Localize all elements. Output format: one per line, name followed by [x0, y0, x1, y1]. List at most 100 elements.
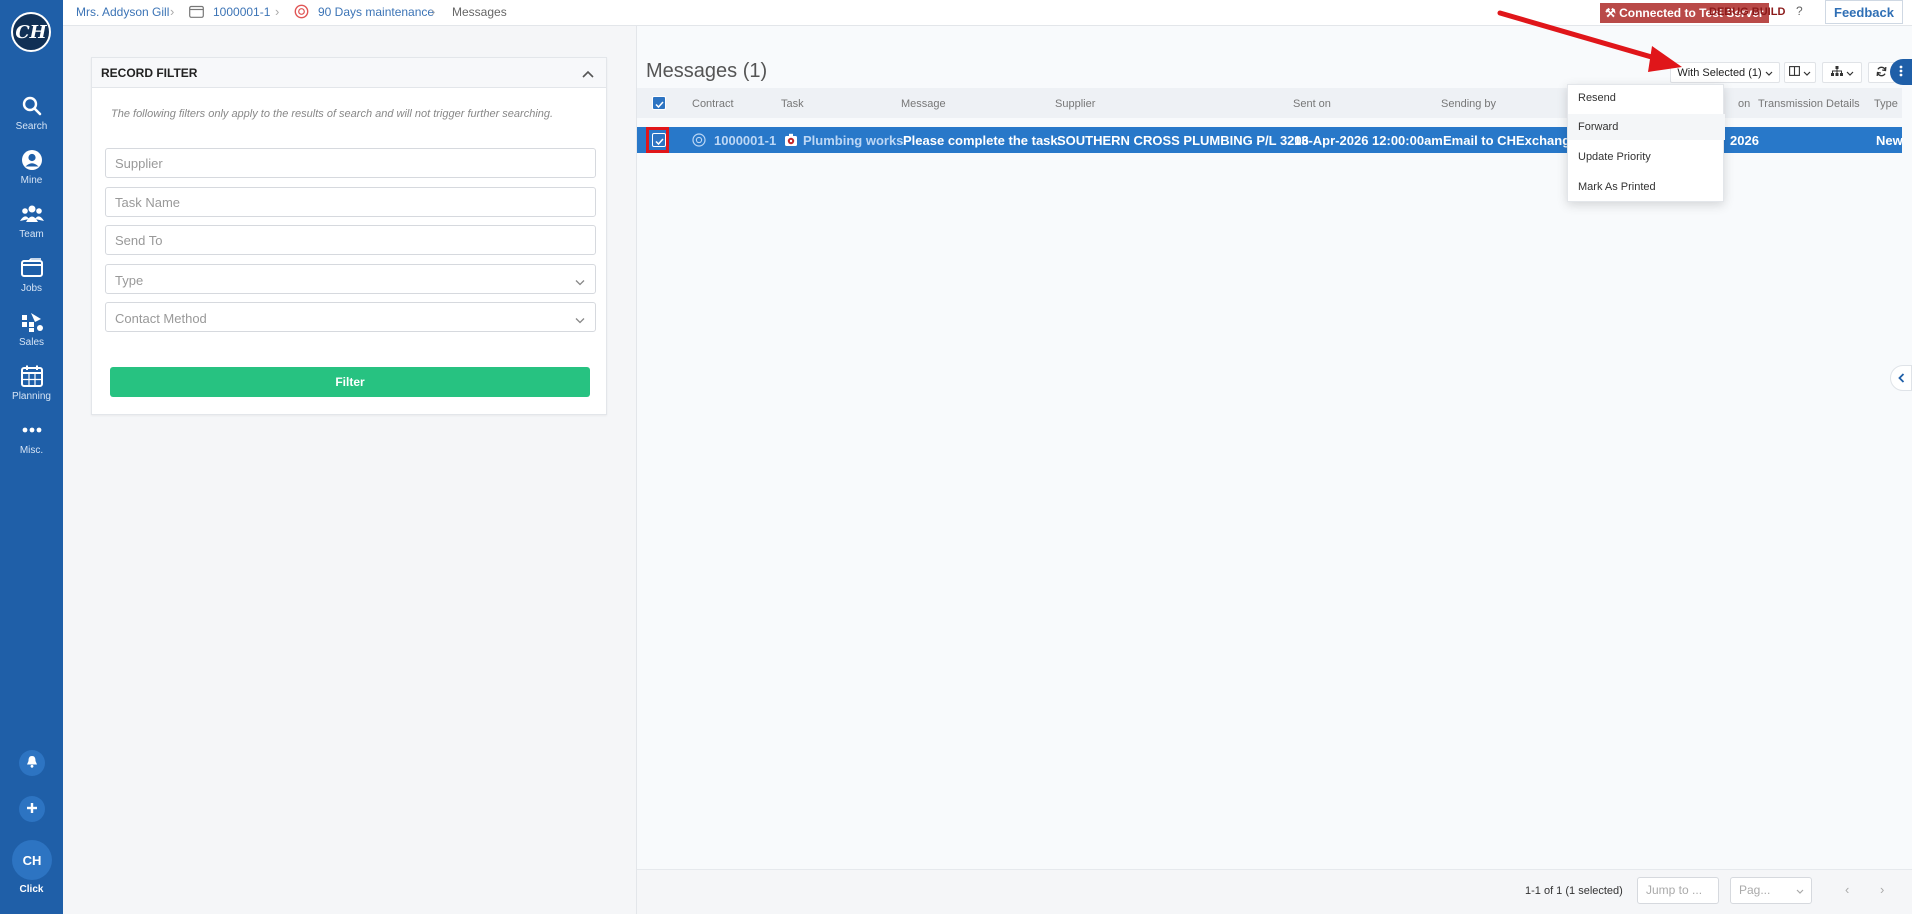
maintenance-icon	[294, 4, 309, 22]
plus-icon	[26, 802, 38, 817]
check-icon	[654, 96, 664, 111]
menu-item-forward[interactable]: Forward	[1568, 114, 1725, 140]
menu-item-resend[interactable]: Resend	[1568, 85, 1725, 111]
column-supplier[interactable]: Supplier	[1055, 98, 1095, 110]
breadcrumb-task[interactable]: 90 Days maintenance	[318, 5, 434, 19]
messages-title: Messages (1)	[646, 60, 768, 82]
nav-sales-label: Sales	[18, 337, 44, 348]
cell-contract[interactable]: 1000001-1	[714, 133, 776, 148]
next-page-button[interactable]: ›	[1880, 882, 1884, 897]
cell-message: Please complete the task.	[903, 133, 1062, 148]
sidebar: CH Search Mine Team Jobs Sales Planning …	[0, 0, 63, 914]
breadcrumb-current: Messages	[452, 5, 507, 19]
breadcrumb-client[interactable]: Mrs. Addyson Gill	[76, 5, 169, 19]
column-partial[interactable]: on	[1738, 98, 1750, 110]
filter-note: The following filters only apply to the …	[111, 108, 554, 120]
type-select[interactable]: Type	[105, 264, 596, 294]
task-name-input[interactable]	[105, 187, 596, 217]
page-size-value: Pag...	[1739, 883, 1771, 897]
pager-summary: 1-1 of 1 (1 selected)	[1525, 885, 1623, 897]
record-filter-header: RECORD FILTER	[92, 58, 606, 88]
nav-misc[interactable]: Misc.	[0, 416, 63, 456]
help-button[interactable]: ?	[1796, 4, 1803, 18]
column-message[interactable]: Message	[901, 98, 946, 110]
columns-button[interactable]	[1784, 62, 1816, 83]
tools-icon: ⚒	[1605, 6, 1616, 20]
with-selected-menu: Resend Forward Update Priority Mark As P…	[1567, 84, 1725, 202]
calendar-icon	[0, 362, 63, 390]
nav-misc-label: Misc.	[19, 445, 44, 456]
task-status-icon	[784, 133, 798, 150]
chevron-down-icon	[1796, 878, 1804, 903]
filter-button[interactable]: Filter	[110, 367, 590, 397]
menu-item-update-priority[interactable]: Update Priority	[1568, 144, 1725, 170]
bell-icon	[26, 755, 38, 771]
pager-footer: 1-1 of 1 (1 selected) Jump to ... Pag...…	[637, 869, 1912, 914]
more-vertical-icon	[1899, 65, 1903, 80]
add-button[interactable]	[19, 796, 45, 822]
user-icon	[0, 146, 63, 174]
column-transmission-details[interactable]: Transmission Details	[1758, 98, 1860, 110]
maintenance-icon	[692, 133, 706, 150]
team-icon	[0, 200, 63, 228]
messages-panel: Messages (1) With Selected (1) Contract …	[637, 26, 1912, 914]
with-selected-button[interactable]: With Selected (1)	[1670, 62, 1780, 83]
search-icon	[0, 92, 63, 120]
menu-item-mark-as-printed[interactable]: Mark As Printed	[1568, 174, 1725, 200]
type-select-value: Type	[115, 273, 144, 288]
send-to-input[interactable]	[105, 225, 596, 255]
nav-mine-label: Mine	[20, 175, 43, 186]
column-sending-by[interactable]: Sending by	[1441, 98, 1496, 110]
chevron-down-icon	[575, 312, 585, 327]
refresh-icon	[1876, 66, 1887, 80]
column-task[interactable]: Task	[781, 98, 804, 110]
debug-build-label: DEBUG BUILD	[1709, 6, 1786, 18]
nav-jobs-label: Jobs	[20, 283, 43, 294]
nav-sales[interactable]: Sales	[0, 308, 63, 348]
cell-task[interactable]: Plumbing works	[803, 133, 903, 148]
expand-side-panel-button[interactable]	[1890, 365, 1912, 391]
contact-method-select[interactable]: Contact Method	[105, 302, 596, 332]
topbar: Mrs. Addyson Gill › 1000001-1 › 90 Days …	[63, 0, 1912, 26]
nav-planning-label: Planning	[12, 391, 51, 402]
page-size-select[interactable]: Pag...	[1730, 877, 1812, 904]
breadcrumb-separator: ›	[431, 4, 436, 19]
columns-icon	[1789, 66, 1800, 79]
supplier-input[interactable]	[105, 148, 596, 178]
group-button[interactable]	[1822, 62, 1862, 83]
select-all-checkbox[interactable]	[652, 96, 666, 110]
user-avatar[interactable]: CH	[12, 840, 52, 880]
feedback-button[interactable]: Feedback	[1825, 0, 1903, 24]
nav-planning[interactable]: Planning	[0, 362, 63, 402]
notifications-button[interactable]	[19, 750, 45, 776]
chevron-down-icon	[1803, 67, 1811, 79]
breadcrumb-separator: ›	[275, 4, 280, 19]
actions-menu-button[interactable]	[1890, 59, 1912, 85]
nav-jobs[interactable]: Jobs	[0, 254, 63, 294]
nav-team[interactable]: Team	[0, 200, 63, 240]
sales-icon	[0, 308, 63, 336]
chevron-up-icon[interactable]	[582, 66, 594, 81]
chevron-down-icon	[1765, 67, 1773, 79]
breadcrumb-contract[interactable]: 1000001-1	[213, 5, 270, 19]
column-sent-on[interactable]: Sent on	[1293, 98, 1331, 110]
cell-date-fragment: 2026	[1730, 133, 1759, 148]
chevron-down-icon	[575, 274, 585, 289]
column-contract[interactable]: Contract	[692, 98, 734, 110]
nav-mine[interactable]: Mine	[0, 146, 63, 186]
nav-search-label: Search	[15, 121, 48, 132]
prev-page-button[interactable]: ‹	[1845, 882, 1849, 897]
hierarchy-icon	[1830, 66, 1843, 79]
with-selected-label: With Selected (1)	[1677, 66, 1762, 79]
app-logo[interactable]: CH	[11, 12, 51, 52]
cell-sent-on: 13-Apr-2026 12:00:00am	[1294, 133, 1443, 148]
nav-team-label: Team	[19, 229, 44, 240]
folder-icon	[189, 5, 204, 21]
chevron-down-icon	[1846, 67, 1854, 79]
jump-to-input[interactable]: Jump to ...	[1637, 877, 1719, 904]
column-type[interactable]: Type	[1874, 98, 1898, 110]
record-filter-title: RECORD FILTER	[101, 66, 198, 80]
user-label: Click	[19, 884, 44, 895]
nav-search[interactable]: Search	[0, 92, 63, 132]
more-icon	[0, 416, 63, 444]
